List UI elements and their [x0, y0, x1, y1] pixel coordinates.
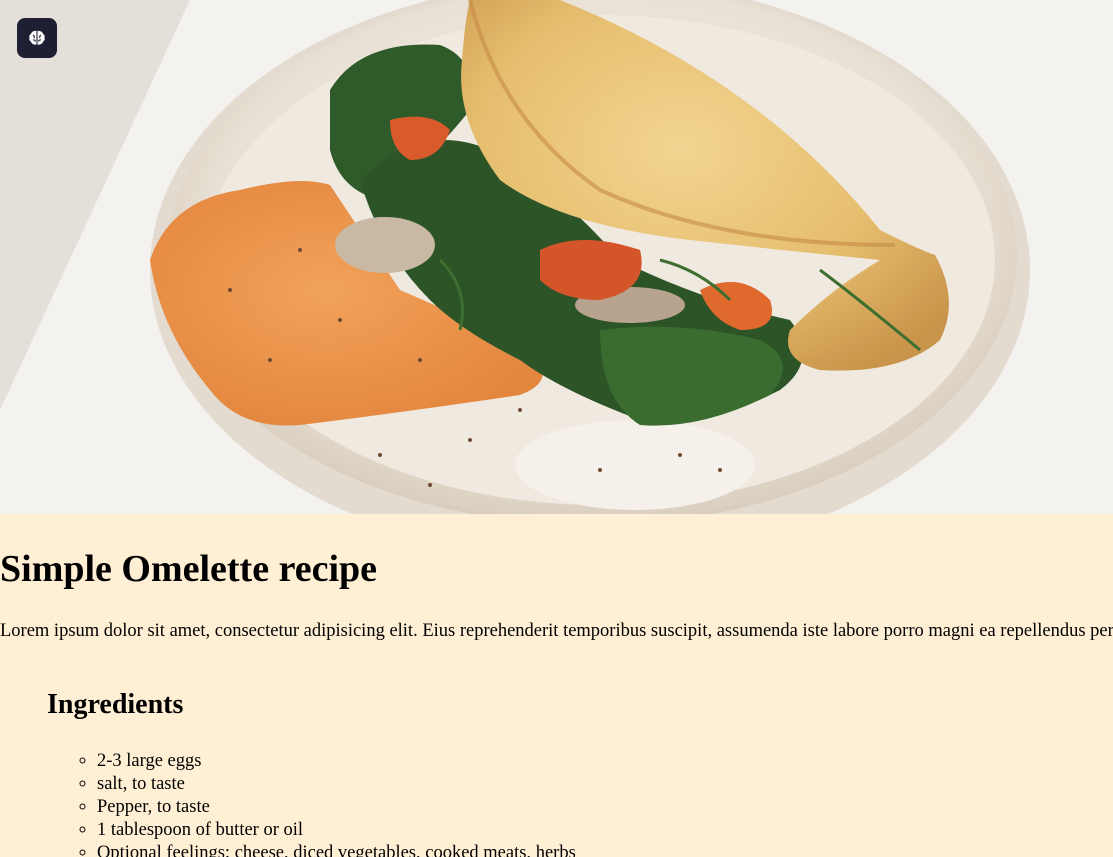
brain-icon [29, 30, 45, 45]
list-item: 1 tablespoon of butter or oil [97, 819, 576, 842]
recipe-content: Simple Omelette recipe Lorem ipsum dolor… [0, 514, 1113, 857]
hero-image [0, 0, 1113, 514]
ingredients-heading: Ingredients [47, 689, 184, 720]
ingredients-list: 2-3 large eggs salt, to taste Pepper, to… [55, 750, 576, 857]
page-title: Simple Omelette recipe [0, 548, 378, 590]
list-item: salt, to taste [97, 773, 576, 796]
list-item: Pepper, to taste [97, 796, 576, 819]
list-item: Optional feelings: cheese, diced vegetab… [97, 842, 576, 857]
brain-button[interactable] [17, 18, 57, 58]
omelette-photo [0, 0, 1113, 514]
list-item: 2-3 large eggs [97, 750, 576, 773]
intro-paragraph: Lorem ipsum dolor sit amet, consectetur … [0, 621, 1113, 641]
